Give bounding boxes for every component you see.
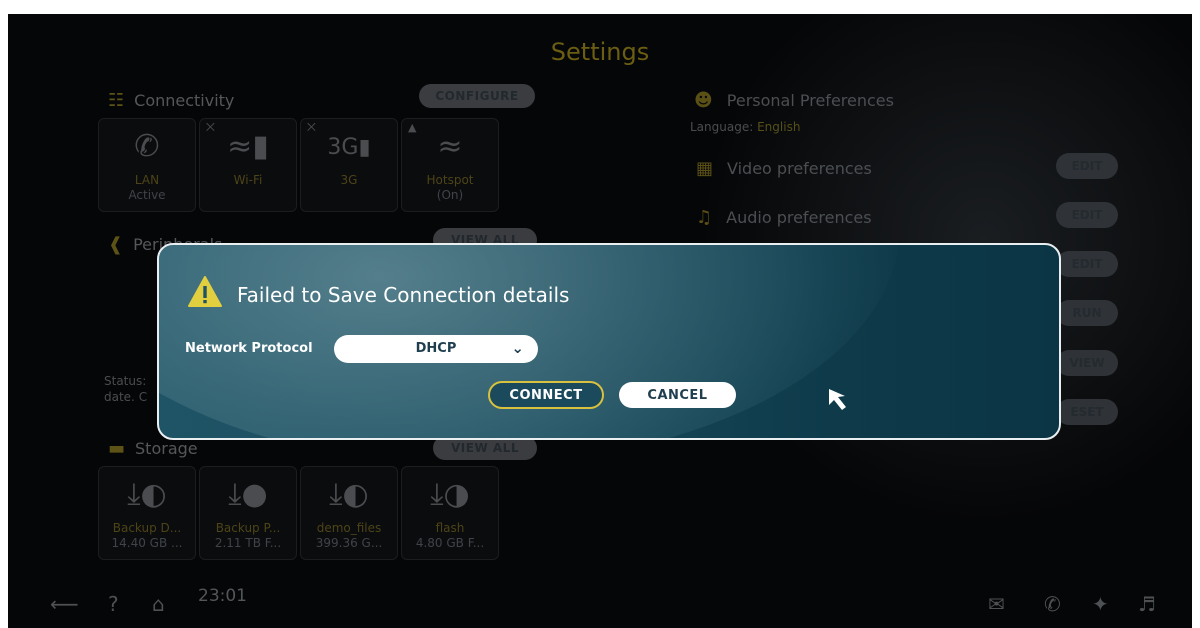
tile-3g-label: 3G	[340, 173, 358, 187]
page-title: Settings	[550, 38, 650, 66]
download-icon: ⤓◐	[127, 477, 167, 512]
tile-lan[interactable]: ✆ LAN Active	[98, 118, 196, 212]
drive-icon: ▬	[108, 438, 126, 459]
chevron-down-icon: ⌄	[511, 339, 524, 357]
personal-preferences-heading: ☻ Personal Preferences	[694, 90, 894, 111]
bottom-bar: ⟵ ? ⌂ ✉ ✆ ✦ ♬	[8, 582, 1192, 628]
dialog-title: Failed to Save Connection details	[237, 283, 570, 307]
warning-icon	[188, 276, 222, 307]
close-icon: ⨉	[206, 121, 215, 134]
tile-lan-sub: Active	[128, 188, 166, 202]
storage-tile[interactable]: ⤓◐ demo_files 399.36 G...	[300, 466, 398, 560]
download-icon: ⤓●	[228, 477, 268, 512]
network-icon: ☷	[108, 90, 125, 111]
language-line: Language: English	[690, 120, 800, 134]
film-icon: ▦	[696, 158, 714, 179]
satellite-icon[interactable]: ✦	[1092, 592, 1109, 616]
mail-icon[interactable]: ✉	[988, 592, 1005, 616]
personal-preferences-label: Personal Preferences	[726, 91, 894, 110]
storage-tile-label: Backup D...	[112, 521, 182, 535]
audio-edit-button[interactable]: EDIT	[1056, 202, 1118, 228]
network-protocol-select[interactable]: DHCP ⌄	[334, 335, 538, 363]
tile-hotspot-label: Hotspot	[426, 173, 474, 187]
edit-button[interactable]: EDIT	[1056, 251, 1118, 277]
storage-tile[interactable]: ⤓● Backup P... 2.11 TB F...	[199, 466, 297, 560]
tile-wifi[interactable]: ⨉ ≈▮ Wi-Fi	[199, 118, 297, 212]
audio-preferences: ♫ Audio preferences	[696, 207, 872, 228]
cancel-button[interactable]: CANCEL	[619, 382, 736, 408]
view-button[interactable]: VIEW	[1056, 350, 1118, 376]
storage-tile-label: demo_files	[316, 521, 382, 535]
users-icon: ☻	[694, 90, 713, 111]
tile-hotspot-sub: (On)	[436, 188, 464, 202]
storage-tile-label: flash	[435, 521, 465, 535]
volume-icon[interactable]: ♬	[1138, 592, 1156, 616]
close-icon: ⨉	[307, 121, 316, 134]
usb-icon: ❰	[108, 234, 124, 255]
error-dialog: Failed to Save Connection details Networ…	[157, 243, 1061, 440]
run-button[interactable]: RUN	[1056, 300, 1118, 326]
tile-hotspot[interactable]: ▲ ≈ Hotspot (On)	[401, 118, 499, 212]
storage-tile-label: Backup P...	[215, 521, 281, 535]
back-arrow-icon[interactable]: ⟵	[50, 592, 79, 616]
tile-wifi-label: Wi-Fi	[233, 173, 263, 187]
download-icon: ⤓◑	[430, 477, 470, 512]
status-line-2: date. C	[104, 390, 148, 404]
storage-tile-sub: 4.80 GB F...	[415, 536, 485, 550]
status-line-1: Status:	[104, 374, 147, 388]
storage-tile-sub: 399.36 G...	[315, 536, 383, 550]
home-icon[interactable]: ⌂	[152, 592, 165, 616]
storage-tile-sub: 2.11 TB F...	[214, 536, 282, 550]
configure-button[interactable]: CONFIGURE	[419, 84, 535, 108]
video-preferences-label: Video preferences	[727, 159, 872, 178]
storage-tile-sub: 14.40 GB ...	[111, 536, 183, 550]
connectivity-label: Connectivity	[134, 91, 235, 110]
phone-icon: ✆	[134, 129, 160, 164]
help-icon[interactable]: ?	[108, 592, 119, 616]
network-protocol-value: DHCP	[415, 341, 457, 356]
storage-tile[interactable]: ⤓◑ flash 4.80 GB F...	[401, 466, 499, 560]
storage-heading: ▬ Storage	[108, 438, 198, 459]
mouse-cursor-icon	[829, 389, 846, 410]
tile-3g[interactable]: ⨉ 3G▮ 3G	[300, 118, 398, 212]
audio-preferences-label: Audio preferences	[726, 208, 872, 227]
clock: 23:01	[198, 586, 247, 606]
reset-button[interactable]: ESET	[1056, 399, 1118, 425]
hotspot-icon: ≈	[437, 129, 463, 164]
video-edit-button[interactable]: EDIT	[1056, 153, 1118, 179]
3g-badge: 3G	[327, 135, 359, 160]
download-icon: ⤓◐	[329, 477, 369, 512]
phone-icon[interactable]: ✆	[1044, 592, 1061, 616]
connectivity-heading: ☷ Connectivity	[108, 90, 234, 111]
video-preferences: ▦ Video preferences	[696, 158, 872, 179]
network-protocol-label: Network Protocol	[185, 341, 313, 356]
language-value: English	[757, 120, 801, 134]
music-icon: ♫	[696, 207, 713, 228]
connect-button[interactable]: CONNECT	[488, 381, 604, 409]
storage-tile[interactable]: ⤓◐ Backup D... 14.40 GB ...	[98, 466, 196, 560]
tile-lan-label: LAN	[134, 173, 160, 187]
language-label: Language:	[690, 120, 754, 134]
storage-label: Storage	[135, 439, 198, 458]
warning-icon: ▲	[408, 121, 417, 134]
